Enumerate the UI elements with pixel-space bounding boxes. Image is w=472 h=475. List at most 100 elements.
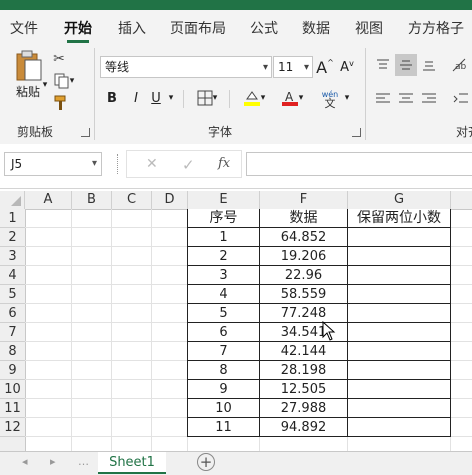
phonetic-dropdown-icon[interactable]: ▾	[342, 88, 352, 108]
tab-fangfang[interactable]: 方方格子	[408, 18, 464, 38]
table-cell[interactable]	[348, 247, 451, 266]
table-cell[interactable]	[348, 266, 451, 285]
top-align-icon[interactable]	[374, 56, 392, 74]
phonetic-guide-button[interactable]: wén 文	[318, 86, 342, 112]
row-header[interactable]: 2	[0, 228, 25, 247]
table-cell[interactable]	[348, 285, 451, 304]
add-sheet-icon[interactable]: +	[197, 453, 215, 471]
cancel-icon[interactable]: ✕	[146, 156, 158, 172]
table-cell[interactable]: 11	[188, 418, 260, 437]
borders-button[interactable]: ▾	[192, 88, 222, 108]
fill-color-button[interactable]: ▾	[238, 88, 270, 108]
table-cell[interactable]: 1	[188, 228, 260, 247]
table-cell[interactable]: 64.852	[260, 228, 348, 247]
indent-icon[interactable]	[452, 90, 470, 108]
table-cell[interactable]: 9	[188, 380, 260, 399]
table-cell[interactable]: 5	[188, 304, 260, 323]
underline-button[interactable]: U	[148, 88, 164, 108]
copy-button[interactable]: ▾	[50, 72, 78, 90]
sheet-tab-sheet1[interactable]: Sheet1	[98, 452, 166, 474]
insert-function-icon[interactable]: fx	[218, 156, 230, 171]
row-header[interactable]: 10	[0, 380, 25, 399]
table-cell[interactable]: 94.892	[260, 418, 348, 437]
tab-data[interactable]: 数据	[302, 18, 330, 38]
table-cell[interactable]: 8	[188, 361, 260, 380]
table-cell[interactable]: 27.988	[260, 399, 348, 418]
sheet-grid[interactable]: 序号 数据 保留两位小数 1 64.852 2 19.206 3 22.96 4 58.559 5 77…	[25, 209, 472, 451]
next-sheet-icon[interactable]: ▸	[50, 455, 56, 468]
table-cell[interactable]: 12.505	[260, 380, 348, 399]
underline-dropdown-icon[interactable]: ▾	[166, 88, 176, 108]
bottom-align-icon[interactable]	[420, 56, 438, 74]
clipboard-launcher-icon[interactable]	[81, 128, 90, 137]
cut-icon[interactable]: ✂	[50, 50, 68, 68]
row-header[interactable]: 7	[0, 323, 25, 342]
tab-file[interactable]: 文件	[10, 18, 38, 38]
tab-home[interactable]: 开始	[64, 18, 92, 38]
row-header[interactable]: 9	[0, 361, 25, 380]
grow-font-button[interactable]: A ^	[316, 56, 334, 78]
enter-icon[interactable]: ✓	[182, 156, 195, 174]
table-cell[interactable]: 10	[188, 399, 260, 418]
table-cell[interactable]: 3	[188, 266, 260, 285]
table-cell[interactable]	[348, 418, 451, 437]
column-header-d[interactable]: D	[152, 191, 188, 209]
row-header[interactable]: 8	[0, 342, 25, 361]
paste-button[interactable]: 粘贴	[10, 50, 46, 100]
font-launcher-icon[interactable]	[352, 128, 361, 137]
column-header-a[interactable]: A	[25, 191, 72, 209]
bold-button[interactable]: B	[104, 88, 120, 108]
column-header-c[interactable]: C	[112, 191, 152, 209]
table-cell[interactable]: 19.206	[260, 247, 348, 266]
row-header[interactable]: 1	[0, 209, 25, 228]
formula-bar-splitter[interactable]	[117, 154, 121, 174]
table-cell[interactable]: 7	[188, 342, 260, 361]
shrink-font-button[interactable]: Av	[338, 56, 356, 78]
table-cell[interactable]: 22.96	[260, 266, 348, 285]
font-name-combo[interactable]: 等线 ▾	[100, 56, 272, 78]
middle-align-icon[interactable]	[395, 54, 417, 76]
align-center-icon[interactable]	[397, 90, 415, 108]
select-all-corner[interactable]	[0, 191, 25, 209]
column-header-e[interactable]: E	[188, 191, 260, 209]
align-left-icon[interactable]	[374, 90, 392, 108]
tab-formulas[interactable]: 公式	[250, 18, 278, 38]
more-sheets-icon[interactable]: …	[78, 455, 89, 468]
table-cell[interactable]: 42.144	[260, 342, 348, 361]
table-cell[interactable]	[348, 361, 451, 380]
table-cell[interactable]: 58.559	[260, 285, 348, 304]
table-cell[interactable]: 6	[188, 323, 260, 342]
row-header[interactable]: 6	[0, 304, 25, 323]
font-color-button[interactable]: A ▾	[276, 88, 308, 108]
name-box[interactable]: J5 ▾	[4, 152, 102, 176]
table-header-cell[interactable]: 序号	[188, 209, 260, 228]
table-header-cell[interactable]: 保留两位小数	[348, 209, 451, 228]
formula-input[interactable]	[246, 152, 472, 176]
column-header-b[interactable]: B	[72, 191, 112, 209]
orientation-icon[interactable]: ab	[450, 56, 470, 74]
table-cell[interactable]	[348, 304, 451, 323]
table-cell[interactable]: 4	[188, 285, 260, 304]
paste-dropdown-icon[interactable]: ▾	[40, 80, 50, 90]
row-header[interactable]: 4	[0, 266, 25, 285]
table-cell[interactable]	[348, 228, 451, 247]
column-header-f[interactable]: F	[260, 191, 348, 209]
tab-page-layout[interactable]: 页面布局	[170, 18, 226, 38]
format-painter-icon[interactable]	[52, 94, 70, 112]
table-cell[interactable]	[348, 342, 451, 361]
table-header-cell[interactable]: 数据	[260, 209, 348, 228]
row-header[interactable]: 11	[0, 399, 25, 418]
table-cell[interactable]	[348, 323, 451, 342]
row-header[interactable]: 5	[0, 285, 25, 304]
font-size-combo[interactable]: 11 ▾	[273, 56, 313, 78]
table-cell[interactable]: 28.198	[260, 361, 348, 380]
table-cell[interactable]: 2	[188, 247, 260, 266]
align-right-icon[interactable]	[420, 90, 438, 108]
table-cell[interactable]	[348, 399, 451, 418]
prev-sheet-icon[interactable]: ◂	[22, 455, 28, 468]
tab-insert[interactable]: 插入	[118, 18, 146, 38]
tab-view[interactable]: 视图	[355, 18, 383, 38]
table-cell[interactable]	[348, 380, 451, 399]
column-header-g[interactable]: G	[348, 191, 451, 209]
italic-button[interactable]: I	[128, 88, 144, 108]
